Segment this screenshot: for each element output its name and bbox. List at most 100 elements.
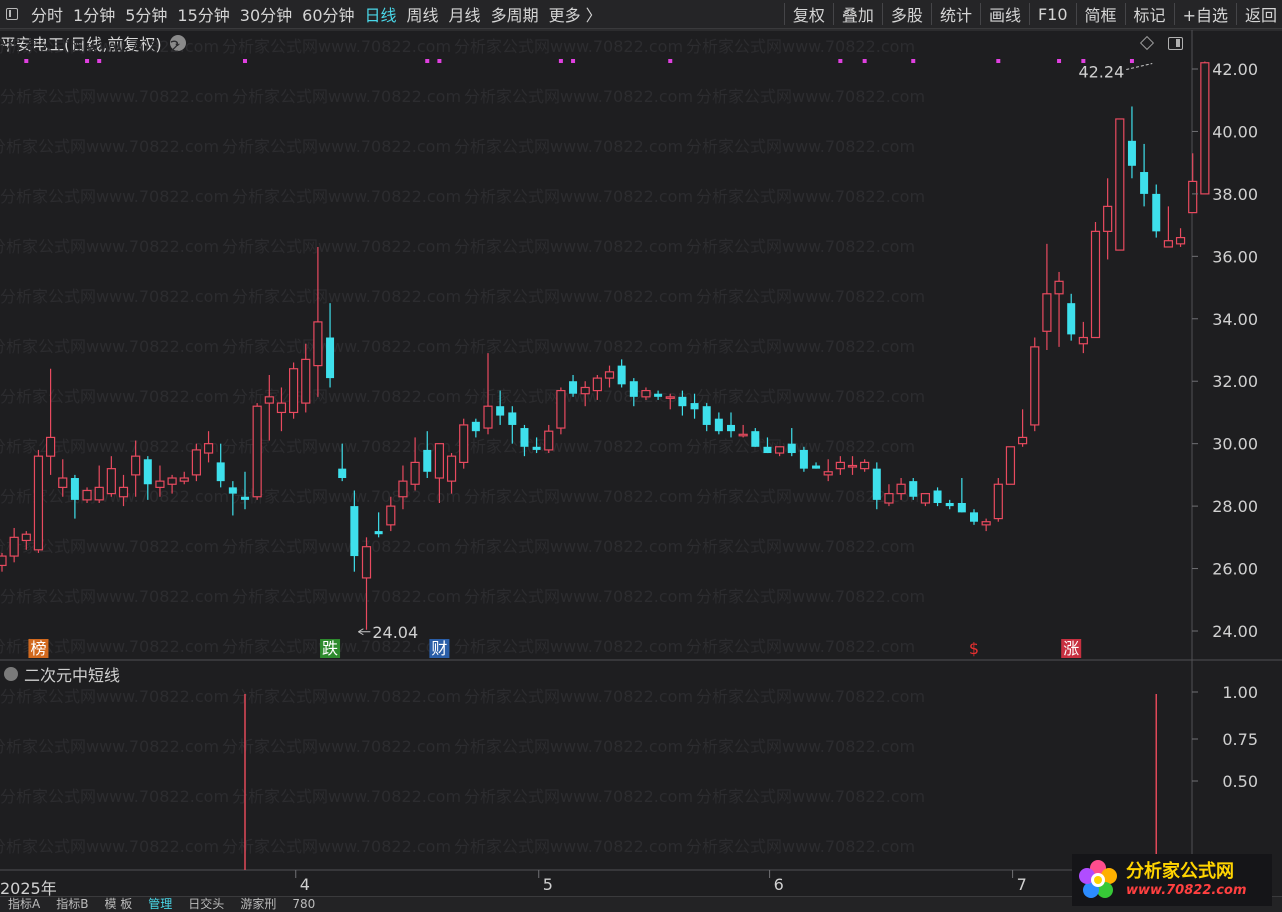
candle-body <box>847 464 858 468</box>
watermark-text: 分析家公式网www.70822.com <box>464 287 693 306</box>
y-tick-label: 26.00 <box>1212 560 1258 579</box>
signal-dot-2 <box>97 59 102 63</box>
candle-body <box>326 337 335 379</box>
event-marker-3: $ <box>969 639 979 658</box>
signal-dot-15 <box>1129 59 1134 63</box>
candle-body <box>241 496 249 500</box>
bottom-tab-3[interactable]: 管理 <box>140 897 180 911</box>
candle-body <box>727 424 735 432</box>
watermark-text: 分析家公式网www.70822.com <box>232 687 461 706</box>
candle-83 <box>1005 446 1016 485</box>
watermark-text: 分析家公式网www.70822.com <box>696 387 925 406</box>
candle-body <box>289 368 299 414</box>
candle-body <box>191 449 201 476</box>
candle-8 <box>94 465 104 503</box>
watermark-text: 分析家公式网www.70822.com <box>0 187 229 206</box>
candle-body <box>386 505 396 526</box>
candle-24 <box>289 362 299 419</box>
candle-body <box>532 446 541 450</box>
candle-17 <box>203 431 214 463</box>
candle-92 <box>1115 118 1125 251</box>
candle-body <box>1005 446 1016 485</box>
signal-dot-3 <box>243 59 247 63</box>
bottom-tab-1[interactable]: 指标B <box>48 897 96 911</box>
candle-body <box>1175 237 1186 245</box>
signal-dot-6 <box>558 59 563 63</box>
watermark-text: 分析家公式网www.70822.com <box>0 687 229 706</box>
watermark-text: 分析家公式网www.70822.com <box>696 187 925 206</box>
candle-47 <box>569 374 578 397</box>
candle-body <box>835 461 845 470</box>
indicator-axis: 1.00 0.75 0.50 <box>1192 683 1258 791</box>
watermark-text: 分析家公式网www.70822.com <box>696 587 925 606</box>
candle-69 <box>835 456 845 475</box>
candle-body <box>1067 303 1076 335</box>
watermark-text: 分析家公式网www.70822.com <box>454 537 683 556</box>
site-logo: 分析家公式网 www.70822.com <box>1072 854 1272 906</box>
event-label: 财 <box>431 639 447 658</box>
candle-75 <box>909 478 918 500</box>
watermark-text: 分析家公式网www.70822.com <box>222 837 451 856</box>
candle-body <box>641 389 651 398</box>
bottom-tab-4[interactable]: 日交头 <box>180 897 232 911</box>
candle-68 <box>823 459 833 482</box>
candle-61 <box>738 424 748 438</box>
indicator-menu-icon[interactable] <box>4 667 18 681</box>
y-tick-label: 34.00 <box>1212 310 1258 329</box>
candle-4 <box>45 368 56 475</box>
candle-body <box>993 483 1003 520</box>
candle-71 <box>860 459 870 472</box>
candle-body <box>228 487 237 494</box>
candle-body <box>1078 336 1088 345</box>
candle-body <box>483 405 493 429</box>
watermark-text: 分析家公式网www.70822.com <box>464 687 693 706</box>
candle-81 <box>981 518 991 532</box>
candle-1 <box>9 527 19 563</box>
kline-chart[interactable]: 分析家公式网www.70822.com 分析家公式网www.70822.com 分析… <box>0 0 1282 896</box>
watermark-text: 分析家公式网www.70822.com <box>686 737 915 756</box>
candle-body <box>970 512 978 522</box>
watermark-text: 分析家公式网www.70822.com <box>222 337 451 356</box>
candle-31 <box>374 512 383 538</box>
candle-body <box>556 389 566 429</box>
candle-body <box>361 546 372 579</box>
candle-95 <box>1152 184 1161 238</box>
logo-url[interactable]: www.70822.com <box>1126 883 1247 899</box>
candle-body <box>1054 280 1064 295</box>
candle-87 <box>1054 271 1064 347</box>
x-axis-label-1: 4 <box>299 875 310 894</box>
event-label: 榜 <box>30 639 46 658</box>
watermark-text: 分析家公式网www.70822.com <box>0 537 219 556</box>
watermark-text: 分析家公式网www.70822.com <box>696 87 925 106</box>
watermark-text: 分析家公式网www.70822.com <box>0 237 219 256</box>
candle-85 <box>1030 337 1040 432</box>
candle-body <box>678 396 687 407</box>
candle-body <box>1188 180 1198 214</box>
signal-dot-7 <box>571 59 576 63</box>
candle-body <box>118 486 129 498</box>
watermark-text: 分析家公式网www.70822.com <box>454 237 683 256</box>
watermark-text: 分析家公式网www.70822.com <box>222 37 451 56</box>
candle-body <box>167 477 177 485</box>
candle-50 <box>604 365 615 388</box>
bottom-tab-0[interactable]: 指标A <box>0 897 48 911</box>
bottom-tab-2[interactable]: 模 板 <box>96 897 140 911</box>
candle-15 <box>179 471 189 485</box>
bottom-tab-6[interactable]: 780 <box>284 897 323 911</box>
candle-body <box>350 506 359 557</box>
candle-body <box>1017 436 1028 445</box>
annotation-text: 42.24 <box>1078 63 1124 82</box>
candle-27 <box>326 303 335 388</box>
candle-body <box>714 418 723 432</box>
candle-body <box>434 443 444 479</box>
candle-body <box>1152 193 1161 232</box>
candle-body <box>580 386 590 395</box>
candle-9 <box>106 456 116 497</box>
candle-body <box>410 461 420 485</box>
candle-90 <box>1090 221 1101 339</box>
bottom-tab-5[interactable]: 游家刑 <box>232 897 284 911</box>
candle-30 <box>361 537 372 630</box>
watermark-text: 分析家公式网www.70822.com <box>0 87 229 106</box>
candle-body <box>787 443 796 454</box>
candle-body <box>604 371 615 379</box>
